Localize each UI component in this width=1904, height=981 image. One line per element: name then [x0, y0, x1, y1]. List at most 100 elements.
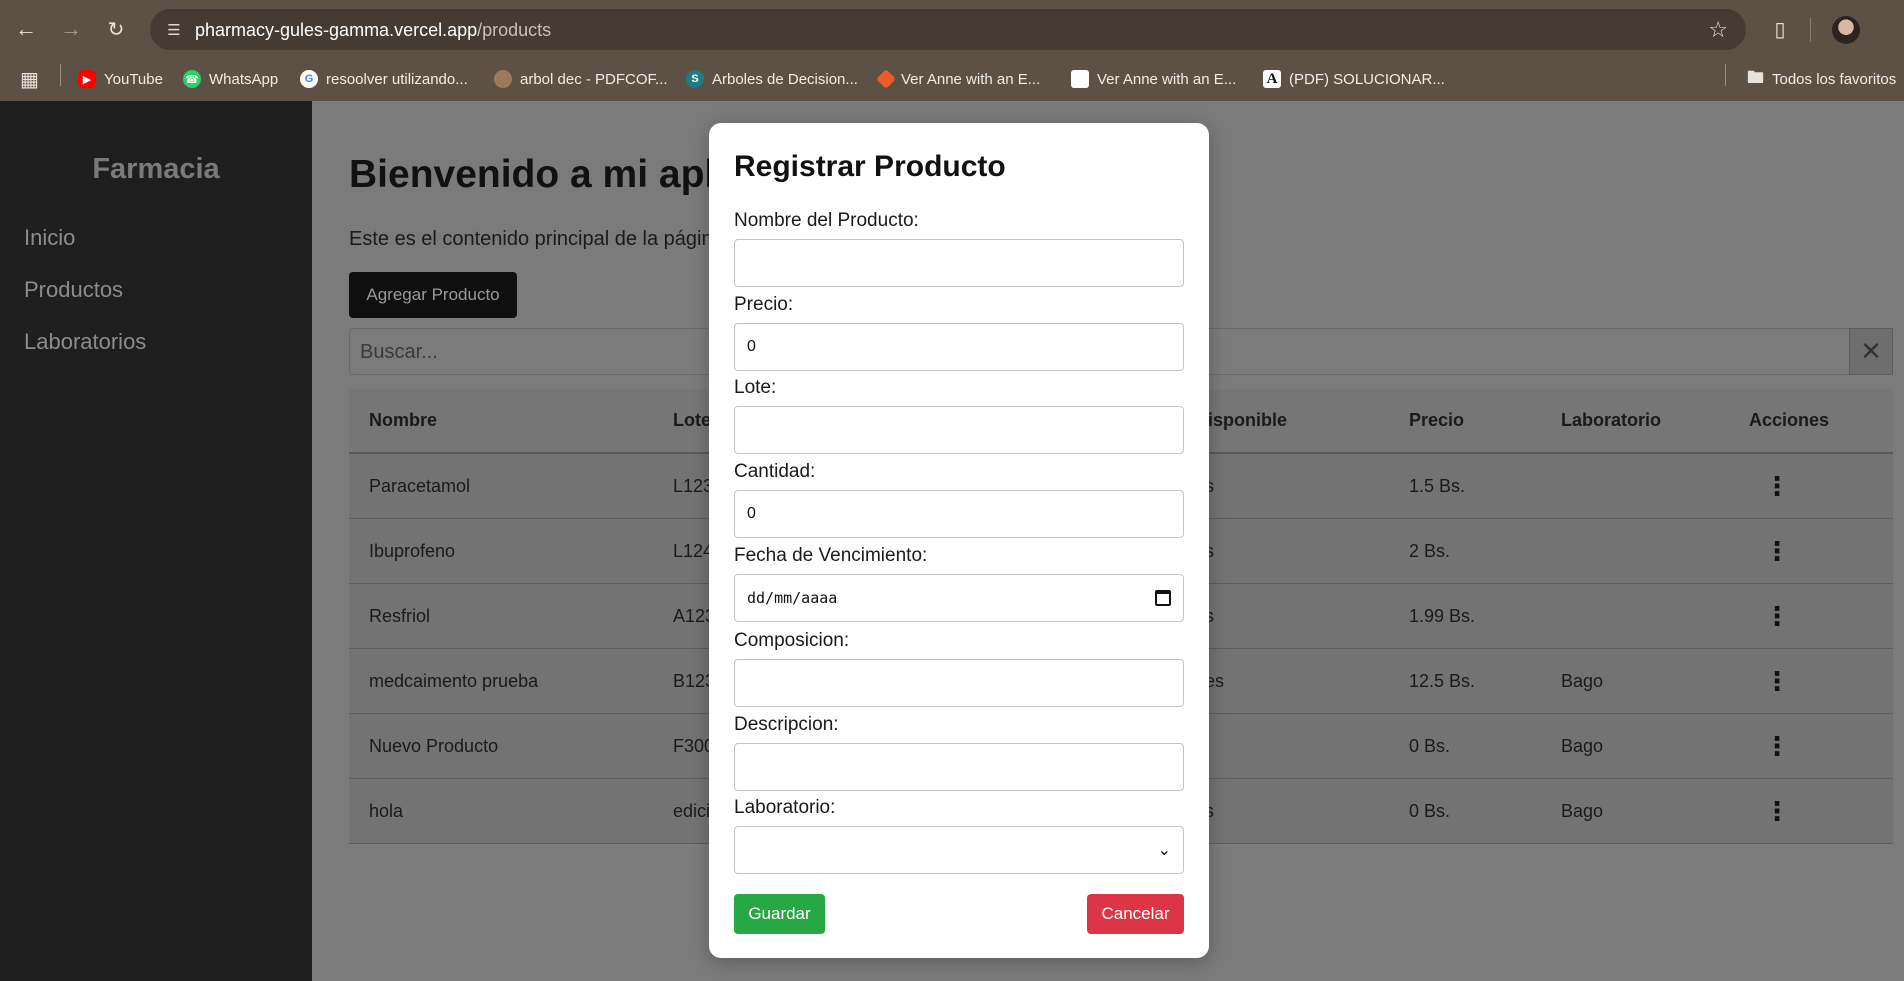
bookmarks-divider	[1725, 64, 1726, 86]
bookmarks-bar: ▦ ▶ YouTube ☎ WhatsApp G resoolver utili…	[0, 58, 1904, 101]
sidebar-item-productos[interactable]: Productos	[24, 277, 123, 303]
column-header: Acciones	[1749, 410, 1830, 430]
bookmark-google[interactable]: G resoolver utilizando...	[300, 66, 468, 92]
modal-title: Registrar Producto	[734, 150, 1006, 183]
folder-icon: 🖿	[1747, 67, 1764, 87]
browser-toolbar: ← → ↻ ☰ pharmacy-gules-gamma.vercel.app/…	[0, 0, 1904, 58]
cell-precio: 12.5 Bs.	[1409, 670, 1476, 691]
bookmark-label: resoolver utilizando...	[326, 70, 468, 88]
cell-precio: 0 Bs.	[1409, 800, 1451, 821]
column-header: Laboratorio	[1561, 410, 1662, 430]
cell-lote: F300	[673, 735, 715, 756]
product-name-input[interactable]	[734, 239, 1184, 287]
bookmark-label: WhatsApp	[209, 70, 279, 88]
bookmark-youtube[interactable]: ▶ YouTube	[78, 66, 163, 92]
calendar-icon[interactable]	[1155, 590, 1171, 606]
laboratory-select[interactable]: ⌄	[734, 826, 1184, 874]
site-settings-icon[interactable]: ☰	[162, 18, 186, 42]
field-label: Composicion:	[734, 630, 850, 651]
bookmark-scribd[interactable]: S Arboles de Decision...	[686, 66, 858, 92]
bookmark-star-icon[interactable]: ☆	[1708, 17, 1728, 43]
bookmark-anne-1[interactable]: Ver Anne with an E...	[876, 66, 1041, 92]
bookmark-label: YouTube	[104, 70, 163, 88]
bookmark-label: Arboles de Decision...	[712, 70, 858, 88]
column-header: Lote	[673, 410, 711, 430]
more-actions-icon[interactable]: ⋮	[1764, 649, 1790, 713]
browser-chrome: ← → ↻ ☰ pharmacy-gules-gamma.vercel.app/…	[0, 0, 1904, 101]
cell-precio: 0 Bs.	[1409, 735, 1451, 756]
cell-nombre: Resfriol	[369, 605, 431, 626]
bookmark-label: (PDF) SOLUCIONAR...	[1289, 70, 1445, 88]
more-actions-icon[interactable]: ⋮	[1764, 714, 1790, 778]
cell-laboratorio: Bago	[1561, 800, 1604, 821]
field-label: Nombre del Producto:	[734, 210, 919, 231]
cell-precio: 1.99 Bs.	[1409, 605, 1476, 626]
youtube-icon: ▶	[78, 70, 96, 88]
description-input[interactable]	[734, 743, 1184, 791]
cell-lote: L124	[673, 540, 714, 561]
chevron-down-icon: ⌄	[1157, 842, 1171, 859]
address-bar[interactable]: ☰ pharmacy-gules-gamma.vercel.app/produc…	[150, 9, 1746, 50]
url-host: pharmacy-gules-gamma.vercel.app	[195, 20, 478, 40]
url-path: /products	[477, 20, 552, 40]
scribd-icon: S	[686, 70, 704, 88]
cell-nombre: Ibuprofeno	[369, 540, 456, 561]
bookmark-label: Ver Anne with an E...	[1097, 70, 1237, 88]
more-actions-icon[interactable]: ⋮	[1764, 454, 1790, 518]
cell-nombre: Paracetamol	[369, 475, 471, 496]
cell-precio: 1.5 Bs.	[1409, 475, 1466, 496]
google-icon: G	[300, 70, 318, 88]
apps-grid-icon[interactable]: ▦	[20, 66, 39, 92]
profile-avatar[interactable]	[1832, 16, 1860, 44]
bookmark-label: Ver Anne with an E...	[901, 70, 1041, 88]
cell-nombre: Nuevo Producto	[369, 735, 499, 756]
diamond-icon	[876, 69, 896, 89]
register-product-modal: Registrar Producto Nombre del Producto: …	[709, 123, 1209, 958]
expiry-date-input[interactable]: dd/mm/aaaa	[734, 574, 1184, 622]
field-label: Cantidad:	[734, 461, 816, 482]
bookmark-academia[interactable]: A (PDF) SOLUCIONAR...	[1263, 66, 1445, 92]
academia-icon: A	[1263, 70, 1281, 88]
cell-precio: 2 Bs.	[1409, 540, 1451, 561]
url-text[interactable]: pharmacy-gules-gamma.vercel.app/products	[195, 20, 551, 41]
save-button[interactable]: Guardar	[734, 894, 825, 934]
cell-nombre: medcaimento prueba	[369, 670, 539, 691]
bookmark-pdfcoffee[interactable]: arbol dec - PDFCOF...	[494, 66, 668, 92]
sidebar-item-laboratorios[interactable]: Laboratorios	[24, 329, 146, 355]
clear-search-icon[interactable]: ✕	[1849, 328, 1893, 375]
add-product-button[interactable]: Agregar Producto	[349, 272, 517, 318]
date-value: dd/mm/aaaa	[747, 589, 838, 607]
cell-laboratorio: Bago	[1561, 735, 1604, 756]
cancel-button[interactable]: Cancelar	[1087, 894, 1184, 934]
sidebar-item-inicio[interactable]: Inicio	[24, 225, 75, 251]
lot-input[interactable]	[734, 406, 1184, 454]
more-actions-icon[interactable]: ⋮	[1764, 779, 1790, 843]
avatar-icon	[494, 70, 512, 88]
price-input[interactable]: 0	[734, 323, 1184, 371]
quantity-input[interactable]: 0	[734, 490, 1184, 538]
column-header: Precio	[1409, 410, 1465, 430]
all-bookmarks[interactable]: 🖿 Todos los favoritos	[1747, 66, 1896, 92]
cell-nombre: hola	[369, 800, 404, 821]
all-bookmarks-label: Todos los favoritos	[1772, 70, 1897, 88]
back-icon[interactable]: ←	[9, 12, 43, 46]
column-header: Nombre	[369, 410, 438, 430]
page-lead: Este es el contenido principal de la pág…	[349, 228, 713, 250]
field-label: Lote:	[734, 377, 777, 398]
field-label: Precio:	[734, 294, 794, 315]
brand-title: Farmacia	[92, 153, 220, 185]
extensions-icon[interactable]: ▯	[1763, 12, 1797, 46]
bookmark-whatsapp[interactable]: ☎ WhatsApp	[183, 66, 278, 92]
sidebar: Farmacia Inicio Productos Laboratorios	[0, 101, 312, 981]
composition-input[interactable]	[734, 659, 1184, 707]
whatsapp-icon: ☎	[183, 70, 201, 88]
more-actions-icon[interactable]: ⋮	[1764, 584, 1790, 648]
field-label: Fecha de Vencimiento:	[734, 545, 928, 566]
field-label: Laboratorio:	[734, 797, 836, 818]
reload-icon[interactable]: ↻	[99, 12, 133, 46]
more-actions-icon[interactable]: ⋮	[1764, 519, 1790, 583]
bookmark-anne-2[interactable]: Ver Anne with an E...	[1071, 66, 1236, 92]
forward-icon[interactable]: →	[54, 12, 88, 46]
bookmark-label: arbol dec - PDFCOF...	[520, 70, 668, 88]
cell-lote: L123	[673, 475, 714, 496]
